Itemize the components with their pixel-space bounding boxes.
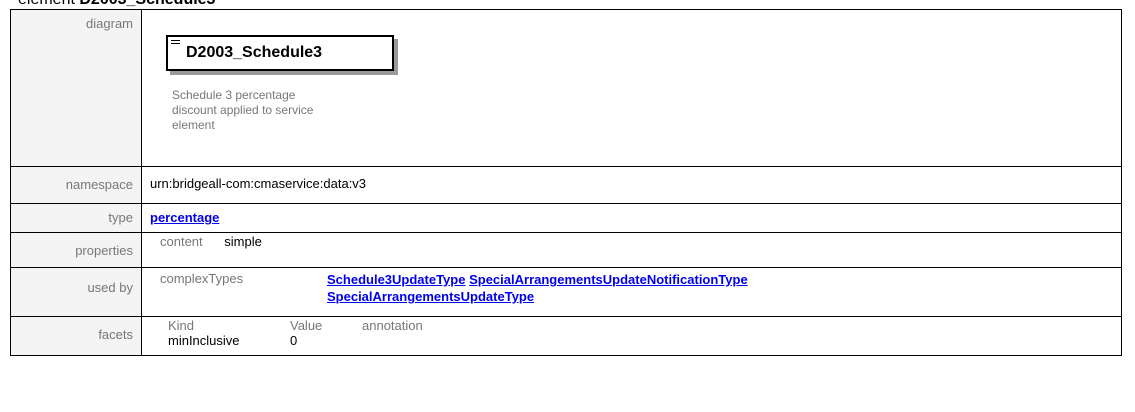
facets-header: Kind Value annotation (168, 317, 1121, 333)
label-namespace: namespace (10, 166, 142, 204)
link-special-arrangements-update-notification-type[interactable]: SpecialArrangementsUpdateNotificationTyp… (469, 272, 748, 287)
row-used-by: used by complexTypes Schedule3UpdateType… (10, 267, 1122, 317)
row-properties: properties content simple (10, 232, 1122, 268)
title-element-name: D2003_Schedule3 (79, 0, 215, 8)
facet-kind: minInclusive (168, 333, 240, 348)
facets-header-value: Value (290, 318, 323, 333)
properties-cell: content simple (141, 232, 1122, 268)
title-prefix: element (18, 0, 75, 8)
label-diagram: diagram (10, 9, 142, 167)
facets-cell: Kind Value annotation minInclusive 0 (141, 316, 1122, 356)
facets-header-annotation: annotation (362, 318, 423, 333)
facet-value: 0 (290, 333, 298, 348)
page-title: element D2003_Schedule3 (18, 0, 215, 9)
facets-header-kind: Kind (168, 318, 195, 333)
link-schedule3-update-type[interactable]: Schedule3UpdateType (327, 272, 465, 287)
label-type: type (10, 203, 142, 233)
element-description: Schedule 3 percentage discount applied t… (172, 88, 314, 132)
lines-icon (171, 40, 180, 47)
label-facets: facets (10, 316, 142, 356)
type-link[interactable]: percentage (150, 204, 219, 225)
diagram-element-name: D2003_Schedule3 (186, 44, 323, 61)
link-special-arrangements-update-type[interactable]: SpecialArrangementsUpdateType (327, 289, 534, 304)
type-cell: percentage (141, 203, 1122, 233)
element-doc-table: diagram D2003_Schedule3 Schedule 3 perce… (10, 9, 1122, 356)
row-type: type percentage (10, 203, 1122, 233)
namespace-cell: urn:bridgeall-com:cmaservice:data:v3 (141, 166, 1122, 204)
namespace-value: urn:bridgeall-com:cmaservice:data:v3 (150, 176, 367, 191)
properties-value: simple (224, 234, 262, 249)
label-used-by: used by (10, 267, 142, 317)
row-diagram: diagram D2003_Schedule3 Schedule 3 perce… (10, 9, 1122, 167)
row-namespace: namespace urn:bridgeall-com:cmaservice:d… (10, 166, 1122, 204)
used-by-cell: complexTypes Schedule3UpdateType Special… (141, 267, 1122, 317)
row-facets: facets Kind Value annotation minInclusive 0 (10, 316, 1122, 356)
label-properties: properties (10, 232, 142, 268)
used-by-links: Schedule3UpdateType SpecialArrangementsU… (327, 271, 748, 305)
diagram: D2003_Schedule3 Schedule 3 percentage di… (142, 10, 1121, 166)
properties-key: content (160, 234, 203, 249)
facets-row: minInclusive 0 (168, 333, 1121, 349)
element-box[interactable]: D2003_Schedule3 (166, 35, 394, 71)
used-by-key: complexTypes (160, 271, 244, 286)
diagram-cell: D2003_Schedule3 Schedule 3 percentage di… (141, 9, 1122, 167)
